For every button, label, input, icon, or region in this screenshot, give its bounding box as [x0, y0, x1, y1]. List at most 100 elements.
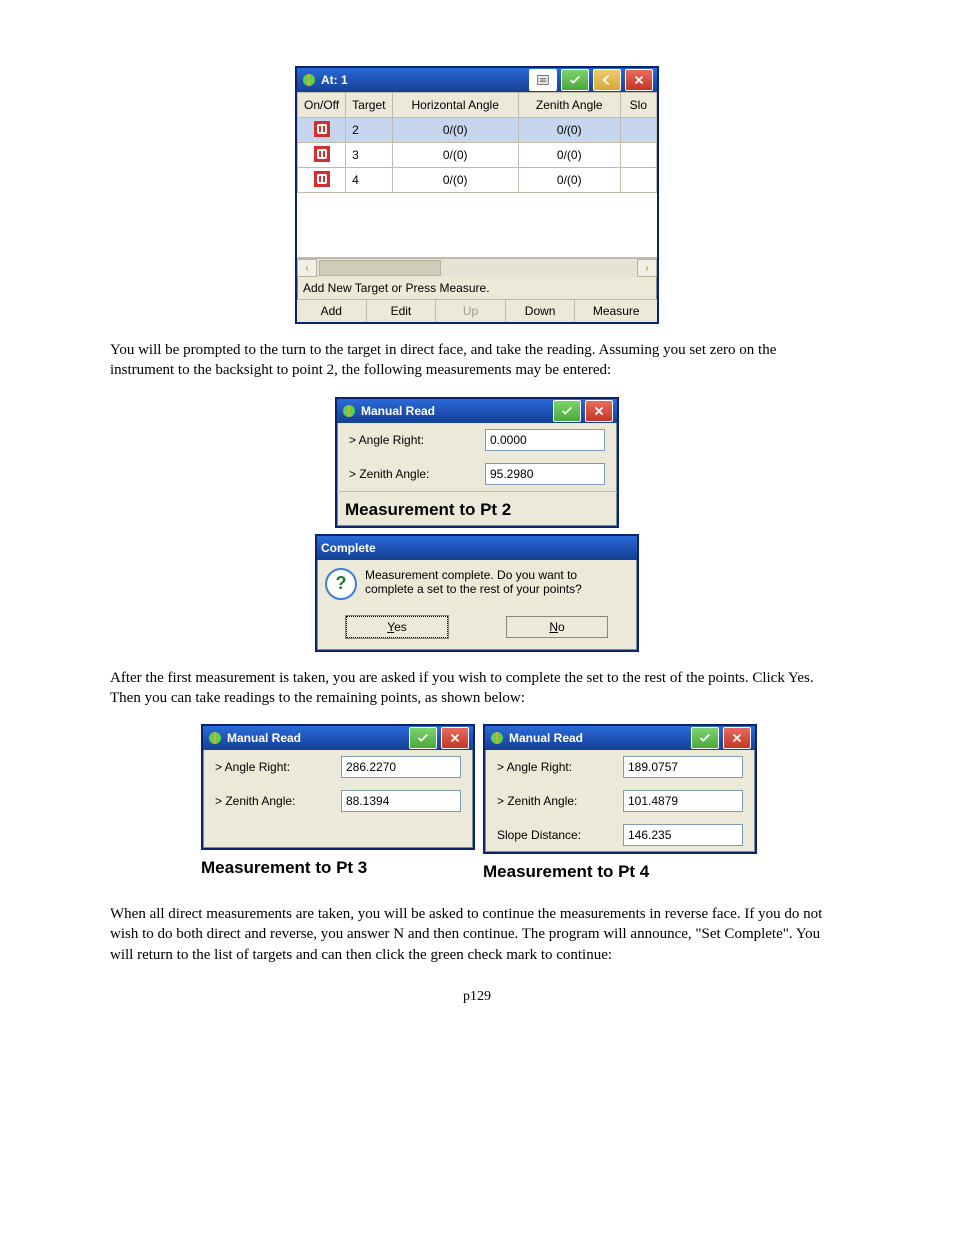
slope-distance-input[interactable]	[623, 824, 743, 846]
cell-hang: 0/(0)	[392, 118, 518, 143]
no-button[interactable]: No	[506, 616, 608, 638]
titlebar: Complete	[317, 536, 637, 560]
button-row: Add Edit Up Down Measure	[297, 299, 657, 322]
target-status-icon	[298, 168, 346, 193]
close-button[interactable]	[625, 69, 653, 91]
horizontal-scrollbar[interactable]: ‹ ›	[297, 258, 657, 277]
angle-right-input[interactable]	[485, 429, 605, 451]
angle-right-label: > Angle Right:	[349, 433, 485, 447]
close-button[interactable]	[441, 727, 469, 749]
table-row[interactable]: 2 0/(0) 0/(0)	[298, 118, 657, 143]
col-onoff: On/Off	[298, 93, 346, 118]
col-zang: Zenith Angle	[518, 93, 620, 118]
dialog-buttons: Yes No	[317, 608, 637, 650]
target-id: 3	[346, 143, 392, 168]
yes-button[interactable]: Yes	[346, 616, 448, 638]
slope-distance-row: Slope Distance:	[485, 818, 755, 852]
edit-button[interactable]: Edit	[367, 300, 437, 322]
cell-slope	[620, 168, 656, 193]
complete-dialog: Complete ? Measurement complete. Do you …	[315, 534, 639, 652]
page-number: p129	[110, 989, 844, 1005]
question-icon: ?	[325, 568, 357, 600]
measurement-caption: Measurement to Pt 2	[337, 491, 617, 526]
target-id: 4	[346, 168, 392, 193]
add-button[interactable]: Add	[297, 300, 367, 322]
body-paragraph: When all direct measurements are taken, …	[110, 904, 844, 965]
app-logo-icon	[207, 730, 223, 746]
back-button[interactable]	[593, 69, 621, 91]
zenith-angle-row: > Zenith Angle:	[337, 457, 617, 491]
manual-read-window-pt3: Manual Read > Angle Right: > Zenith Angl…	[201, 724, 475, 850]
measurement-caption: Measurement to Pt 3	[201, 850, 471, 884]
table-empty-area	[298, 193, 657, 258]
scroll-left-icon[interactable]: ‹	[297, 259, 317, 277]
zenith-angle-label: > Zenith Angle:	[497, 794, 623, 808]
measure-button[interactable]: Measure	[575, 300, 657, 322]
app-logo-icon	[341, 403, 357, 419]
cell-hang: 0/(0)	[392, 143, 518, 168]
ok-button[interactable]	[409, 727, 437, 749]
manual-read-window-pt2: Manual Read > Angle Right: > Zenith Angl…	[335, 397, 619, 528]
measurement-caption: Measurement to Pt 4	[483, 854, 753, 888]
cell-slope	[620, 118, 656, 143]
window-title: Manual Read	[361, 404, 435, 418]
angle-right-label: > Angle Right:	[497, 760, 623, 774]
angle-right-row: > Angle Right:	[337, 423, 617, 457]
table-row[interactable]: 4 0/(0) 0/(0)	[298, 168, 657, 193]
angle-right-input[interactable]	[341, 756, 461, 778]
col-target: Target	[346, 93, 392, 118]
down-button[interactable]: Down	[506, 300, 576, 322]
close-button[interactable]	[723, 727, 751, 749]
zenith-angle-label: > Zenith Angle:	[349, 467, 485, 481]
dialog-message: Measurement complete. Do you want to com…	[365, 568, 629, 600]
body-paragraph: After the first measurement is taken, yo…	[110, 668, 844, 709]
app-logo-icon	[301, 72, 317, 88]
cell-zang: 0/(0)	[518, 118, 620, 143]
zenith-angle-row: > Zenith Angle:	[203, 784, 473, 818]
close-button[interactable]	[585, 400, 613, 422]
cell-zang: 0/(0)	[518, 143, 620, 168]
zenith-angle-input[interactable]	[341, 790, 461, 812]
ok-button[interactable]	[691, 727, 719, 749]
target-status-icon	[298, 143, 346, 168]
angle-right-input[interactable]	[623, 756, 743, 778]
window-title: Manual Read	[509, 731, 583, 745]
window-title: Complete	[321, 541, 376, 555]
manual-read-window-pt4: Manual Read > Angle Right: > Zenith Angl…	[483, 724, 757, 854]
app-logo-icon	[489, 730, 505, 746]
titlebar: At: 1	[297, 68, 657, 92]
window-title: Manual Read	[227, 731, 301, 745]
table-header-row: On/Off Target Horizontal Angle Zenith An…	[298, 93, 657, 118]
table-row[interactable]: 3 0/(0) 0/(0)	[298, 143, 657, 168]
angle-right-row: > Angle Right:	[485, 750, 755, 784]
target-status-icon	[298, 118, 346, 143]
manual-read-pair: Manual Read > Angle Right: > Zenith Angl…	[110, 724, 844, 888]
settings-icon[interactable]	[529, 69, 557, 91]
ok-button[interactable]	[553, 400, 581, 422]
dialog-body: ? Measurement complete. Do you want to c…	[317, 560, 637, 608]
cell-hang: 0/(0)	[392, 168, 518, 193]
angle-right-row: > Angle Right:	[203, 750, 473, 784]
scroll-right-icon[interactable]: ›	[637, 259, 657, 277]
col-slope: Slo	[620, 93, 656, 118]
window-title: At: 1	[321, 73, 348, 87]
scroll-thumb[interactable]	[319, 260, 441, 276]
slope-distance-label: Slope Distance:	[497, 828, 623, 842]
target-id: 2	[346, 118, 392, 143]
zenith-angle-input[interactable]	[485, 463, 605, 485]
titlebar: Manual Read	[485, 726, 755, 750]
up-button: Up	[436, 300, 506, 322]
col-hang: Horizontal Angle	[392, 93, 518, 118]
ok-button[interactable]	[561, 69, 589, 91]
zenith-angle-input[interactable]	[623, 790, 743, 812]
cell-slope	[620, 143, 656, 168]
body-paragraph: You will be prompted to the turn to the …	[110, 340, 844, 381]
status-text: Add New Target or Press Measure.	[297, 277, 657, 299]
angle-right-label: > Angle Right:	[215, 760, 341, 774]
targets-table: On/Off Target Horizontal Angle Zenith An…	[297, 92, 657, 258]
cell-zang: 0/(0)	[518, 168, 620, 193]
titlebar: Manual Read	[203, 726, 473, 750]
zenith-angle-row: > Zenith Angle:	[485, 784, 755, 818]
targets-window: At: 1 On/Off Target Horizontal Angle Zen…	[295, 66, 659, 324]
titlebar: Manual Read	[337, 399, 617, 423]
